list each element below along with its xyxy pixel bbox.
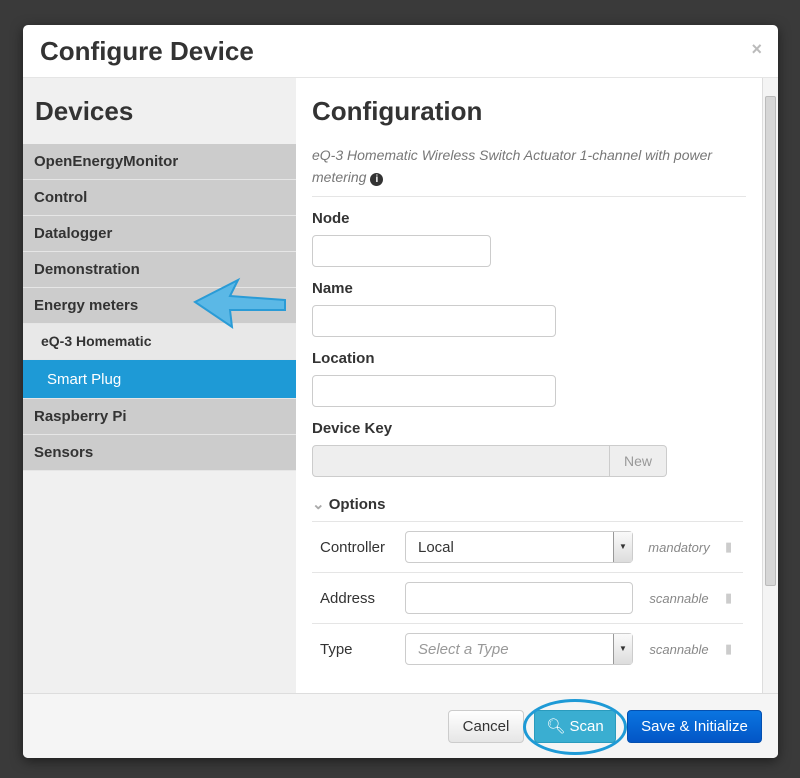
node-label: Node	[312, 210, 350, 227]
type-select[interactable]: Select a Type ▼	[405, 633, 633, 665]
select-placeholder: Select a Type	[418, 640, 509, 658]
annotation-arrow-icon	[193, 277, 286, 330]
device-description: eQ-3 Homematic Wireless Switch Actuator …	[312, 144, 746, 197]
sidebar-item-smart-plug[interactable]: Smart Plug	[23, 360, 296, 399]
scrollbar-thumb[interactable]	[765, 96, 776, 586]
close-icon[interactable]: ×	[751, 39, 762, 60]
controller-select[interactable]: Local ▼	[405, 531, 633, 563]
option-row-address: Address scannable ▮	[312, 572, 743, 623]
content-scrollbar[interactable]	[762, 78, 778, 693]
option-label: Address	[320, 589, 376, 607]
option-tag: mandatory	[648, 539, 710, 555]
trash-icon[interactable]: ▮	[725, 641, 732, 657]
new-key-button[interactable]: New	[610, 445, 667, 477]
option-row-controller: Controller Local ▼ mandatory ▮	[312, 521, 743, 572]
sidebar-title: Devices	[35, 96, 134, 126]
option-label: Controller	[320, 538, 386, 556]
node-input[interactable]	[312, 235, 491, 267]
devices-sidebar: Devices OpenEnergyMonitor Control Datalo…	[23, 78, 296, 693]
config-title: Configuration	[312, 96, 483, 126]
name-label: Name	[312, 280, 353, 297]
sidebar-item-raspberry-pi[interactable]: Raspberry Pi	[23, 399, 296, 435]
sidebar-item-sensors[interactable]: Sensors	[23, 435, 296, 471]
select-value: Local	[418, 538, 454, 556]
options-label: Options	[328, 496, 386, 513]
trash-icon[interactable]: ▮	[725, 590, 732, 606]
dialog-title: Configure Device	[40, 36, 254, 66]
cancel-button[interactable]: Cancel	[448, 710, 524, 743]
configure-device-dialog: Configure Device × Devices OpenEnergyMon…	[23, 25, 778, 758]
configuration-panel: Configuration eQ-3 Homematic Wireless Sw…	[296, 78, 762, 693]
name-input[interactable]	[312, 305, 556, 337]
dropdown-arrow-icon: ▼	[613, 532, 632, 562]
trash-icon[interactable]: ▮	[725, 539, 732, 555]
chevron-down-icon: ⌄	[312, 496, 325, 513]
dialog-header: Configure Device ×	[23, 25, 778, 78]
sidebar-item-datalogger[interactable]: Datalogger	[23, 216, 296, 252]
dialog-footer: Cancel 🔍︎ Scan Save & Initialize	[23, 693, 778, 758]
option-label: Type	[320, 640, 353, 658]
option-tag: scannable	[649, 641, 709, 657]
location-input[interactable]	[312, 375, 556, 407]
options-toggle[interactable]: ⌄ Options	[312, 495, 746, 513]
address-input[interactable]	[405, 582, 633, 614]
device-key-group: New	[312, 445, 667, 477]
location-label: Location	[312, 350, 375, 367]
info-icon[interactable]: i	[370, 173, 384, 186]
highlight-circle	[523, 699, 627, 755]
option-row-type: Type Select a Type ▼ scannable ▮	[312, 623, 743, 674]
sidebar-item-control[interactable]: Control	[23, 180, 296, 216]
sidebar-item-openenergymonitor[interactable]: OpenEnergyMonitor	[23, 144, 296, 180]
device-key-label: Device Key	[312, 420, 393, 437]
option-tag: scannable	[649, 590, 709, 606]
device-key-input	[312, 445, 610, 477]
save-initialize-button[interactable]: Save & Initialize	[627, 710, 762, 743]
dropdown-arrow-icon: ▼	[613, 634, 632, 664]
